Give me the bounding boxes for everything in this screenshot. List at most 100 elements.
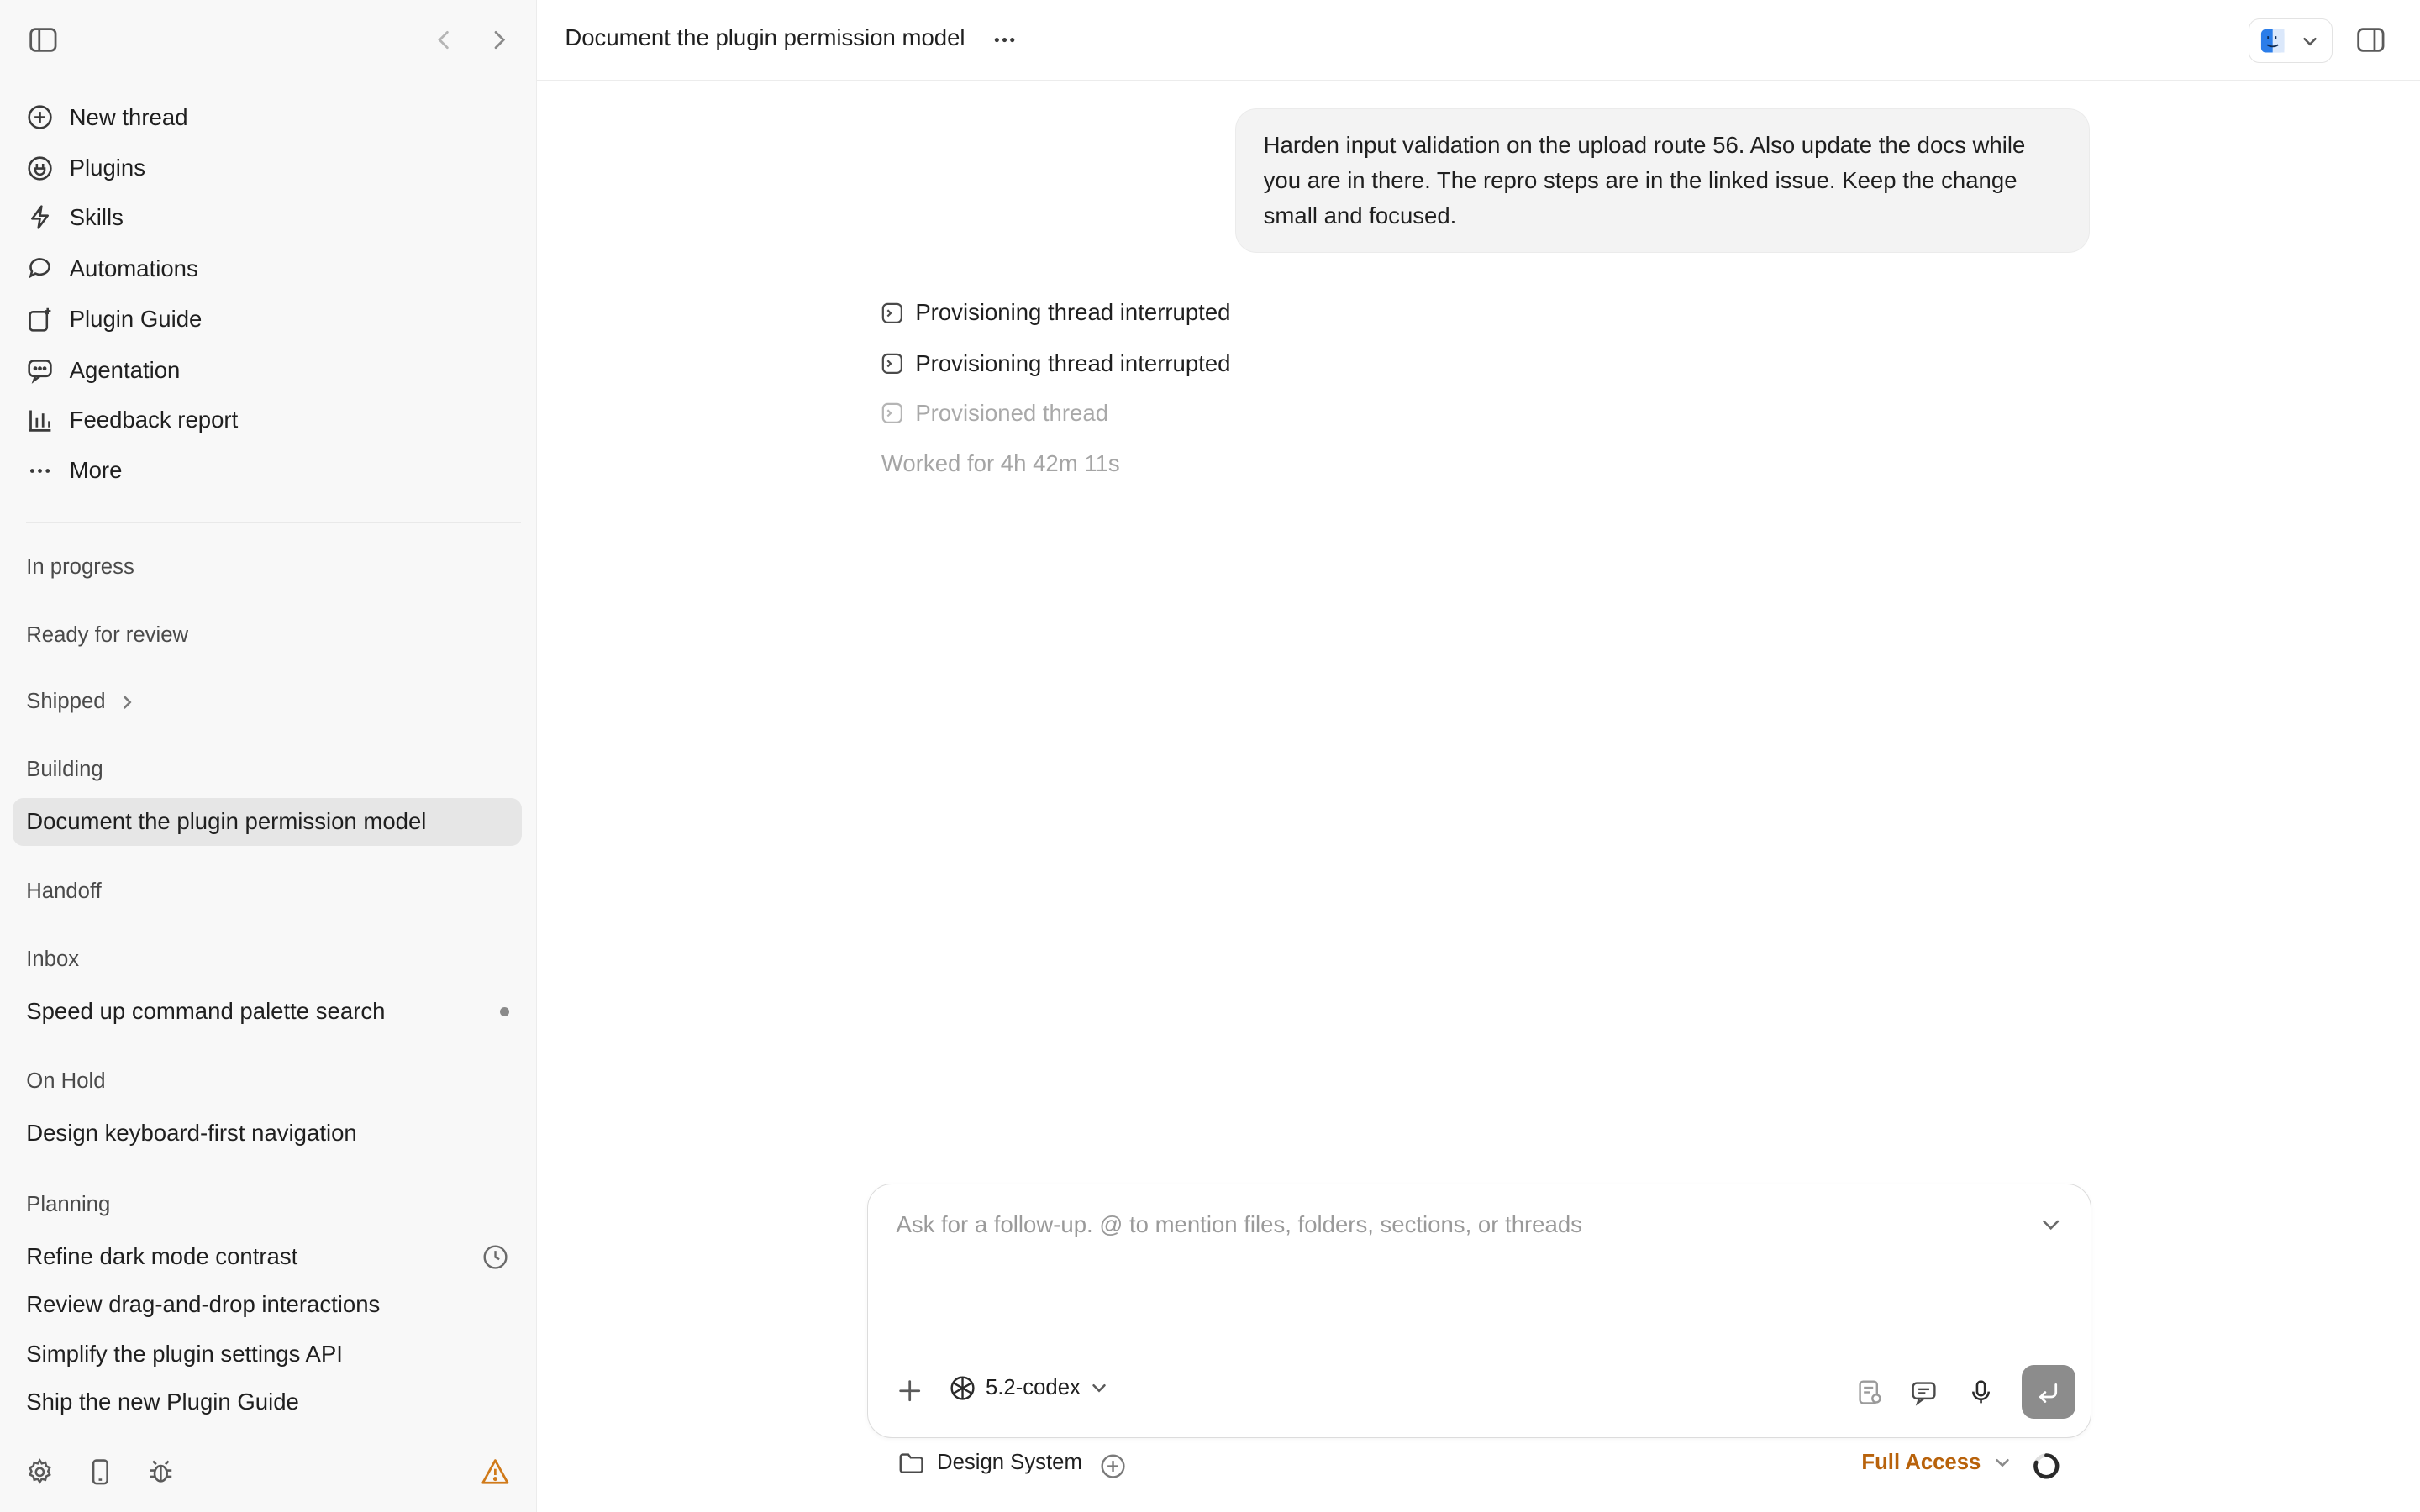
activity-step[interactable]: Provisioning thread interrupted (881, 349, 1231, 377)
comment-icon[interactable] (1910, 1378, 1938, 1407)
nav-label: New thread (69, 103, 188, 130)
thread-label: Ship the new Plugin Guide (26, 1388, 299, 1415)
thread-item[interactable]: Simplify the plugin settings API (13, 1330, 522, 1378)
gear-icon[interactable] (24, 1457, 55, 1488)
section-label: Ready for review (26, 623, 189, 648)
nav-more[interactable]: More (13, 448, 522, 494)
thread-label: Document the plugin permission model (26, 808, 427, 835)
ellipsis-icon (26, 457, 54, 485)
section-in-progress[interactable]: In progress (26, 555, 134, 580)
thread-item[interactable]: Refine dark mode contrast (13, 1233, 522, 1281)
warning-icon[interactable] (480, 1457, 511, 1488)
section-label: Inbox (26, 947, 80, 971)
bolt-icon (26, 203, 54, 231)
right-panel-toggle-icon[interactable] (2355, 26, 2386, 54)
nav-new-thread[interactable]: New thread (13, 94, 522, 140)
section-inbox[interactable]: Inbox (26, 948, 79, 972)
terminal-icon (881, 353, 903, 375)
access-level-selector[interactable]: Full Access (1861, 1451, 2012, 1475)
worked-duration: Worked for 4h 42m 11s (881, 450, 1120, 477)
section-shipped[interactable]: Shipped (26, 690, 136, 714)
mobile-icon[interactable] (85, 1457, 116, 1488)
thread-label: Simplify the plugin settings API (26, 1340, 343, 1367)
chevron-down-icon (1090, 1378, 1108, 1397)
chevron-left-icon[interactable] (432, 26, 456, 54)
finder-app-icon (2260, 29, 2285, 53)
chevron-down-icon (2301, 32, 2319, 50)
chat-loop-icon (26, 255, 54, 282)
follow-up-input[interactable] (896, 1205, 2008, 1243)
project-label: Design System (937, 1450, 1082, 1474)
chat-dots-icon (26, 356, 54, 385)
top-bar: Document the plugin permission model (537, 0, 2420, 81)
section-planning[interactable]: Planning (26, 1193, 110, 1217)
sidebar-toggle-icon[interactable] (28, 26, 59, 54)
section-building[interactable]: Building (26, 758, 103, 782)
bug-icon[interactable] (145, 1457, 176, 1488)
send-button[interactable] (2021, 1364, 2075, 1420)
nav-plugin-guide[interactable]: Plugin Guide (13, 297, 522, 343)
sparkle-doc-icon (26, 306, 54, 333)
nav-label: Agentation (69, 356, 181, 383)
section-label: On Hold (26, 1069, 106, 1094)
sidebar-top-bar (0, 0, 536, 81)
nav-label: More (69, 457, 123, 484)
bar-chart-icon (26, 406, 54, 433)
open-in-app-button[interactable] (2249, 18, 2333, 64)
add-circle-icon[interactable] (1099, 1452, 1127, 1480)
thread-label: Speed up command palette search (26, 998, 386, 1025)
nav-automations[interactable]: Automations (13, 245, 522, 291)
step-label: Provisioned thread (915, 399, 1109, 426)
thread-item[interactable]: Document the plugin permission model (12, 797, 522, 846)
section-label: Planning (26, 1193, 111, 1216)
return-arrow-icon (2034, 1378, 2062, 1406)
section-label: Handoff (26, 879, 102, 904)
section-label: Shipped (26, 690, 106, 714)
thread-label: Refine dark mode contrast (26, 1243, 298, 1270)
microphone-icon[interactable] (1967, 1378, 1995, 1406)
composer-footer: Design System Full Access (867, 1444, 2091, 1487)
unread-dot (500, 988, 510, 1036)
nav-label: Automations (69, 255, 198, 281)
activity-step[interactable]: Provisioned thread (881, 400, 1108, 427)
section-on-hold[interactable]: On Hold (26, 1069, 105, 1094)
context-usage-ring-icon[interactable] (2031, 1451, 2062, 1482)
activity-step[interactable]: Provisioning thread interrupted (881, 299, 1231, 326)
section-label: In progress (26, 555, 134, 580)
model-selector[interactable]: 5.2-codex (949, 1374, 1108, 1402)
plugin-icon (26, 155, 54, 182)
nav-agentation[interactable]: Agentation (13, 347, 522, 393)
section-ready-for-review[interactable]: Ready for review (26, 623, 188, 648)
openai-logo-icon (949, 1374, 976, 1402)
nav-label: Plugins (69, 155, 145, 181)
nav-feedback-report[interactable]: Feedback report (13, 396, 522, 443)
chevron-down-icon (1993, 1453, 2012, 1472)
thread-item[interactable]: Speed up command palette search (13, 988, 522, 1036)
project-selector[interactable]: Design System (898, 1451, 1082, 1475)
thread-item[interactable]: Ship the new Plugin Guide (13, 1378, 522, 1425)
chevron-right-icon[interactable] (487, 26, 511, 54)
nav-plugins[interactable]: Plugins (13, 145, 522, 192)
plus-icon[interactable] (897, 1378, 922, 1403)
user-message-bubble: Harden input validation on the upload ro… (1234, 108, 2091, 254)
more-options-icon[interactable] (991, 26, 1018, 54)
chevron-right-icon (118, 693, 136, 711)
nav-label: Plugin Guide (69, 306, 203, 333)
nav-label: Skills (69, 204, 124, 230)
section-label: Building (26, 757, 103, 781)
terminal-icon (881, 402, 903, 424)
review-doc-icon[interactable] (1856, 1378, 1884, 1406)
plus-circle-icon (26, 103, 54, 131)
thread-label: Design keyboard-first navigation (26, 1120, 357, 1147)
step-label: Provisioning thread interrupted (915, 349, 1231, 376)
step-label: Provisioning thread interrupted (915, 299, 1231, 326)
nav-skills[interactable]: Skills (13, 194, 522, 240)
clock-icon (481, 1233, 509, 1281)
chevron-down-icon[interactable] (2039, 1212, 2063, 1236)
nav-label: Feedback report (69, 406, 239, 433)
thread-item[interactable]: Review drag-and-drop interactions (13, 1281, 522, 1329)
thread-label: Review drag-and-drop interactions (26, 1291, 381, 1318)
sidebar-divider (26, 521, 521, 523)
section-handoff[interactable]: Handoff (26, 879, 102, 904)
thread-item[interactable]: Design keyboard-first navigation (13, 1110, 522, 1158)
